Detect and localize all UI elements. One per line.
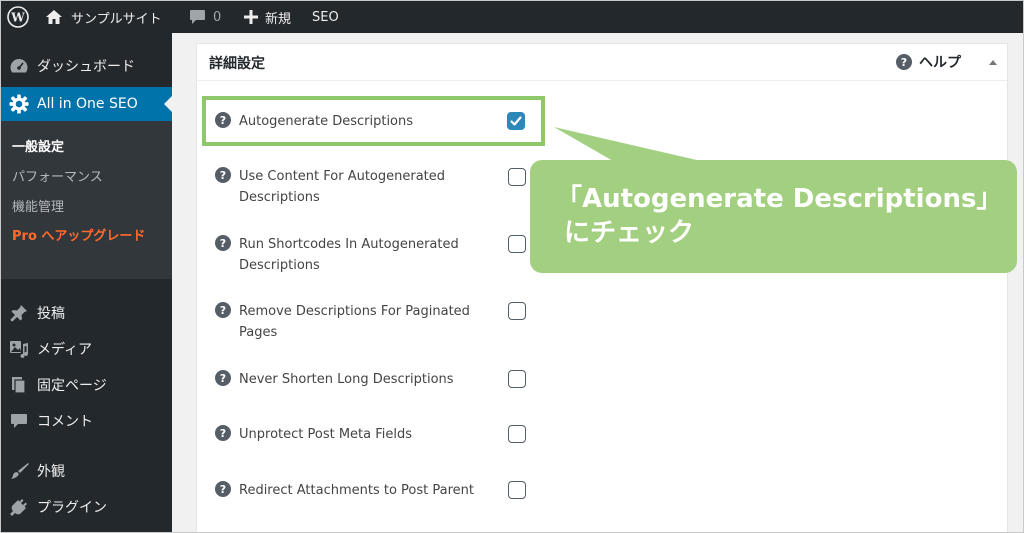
collapse-arrow-icon[interactable] bbox=[989, 60, 997, 65]
option-label: Run Shortcodes In Autogenerated Descript… bbox=[239, 237, 459, 273]
sidebar-item-appearance[interactable]: 外観 bbox=[1, 457, 172, 485]
wordpress-icon[interactable]: W bbox=[7, 1, 29, 33]
media-icon bbox=[9, 339, 29, 359]
aioseo-submenu: 一般設定 パフォーマンス 機能管理 Pro へアップグレード bbox=[1, 121, 172, 279]
callout-text: 「Autogenerate Descriptions」 にチェック bbox=[556, 182, 1002, 250]
pro-upgrade-label: へアップグレード bbox=[41, 229, 146, 244]
sidebar-item-label: プラグイン bbox=[37, 500, 107, 516]
gear-icon bbox=[9, 94, 29, 114]
panel-header: 詳細設定 ? ヘルプ bbox=[197, 44, 1007, 81]
submenu-item-pro-upgrade[interactable]: Pro へアップグレード bbox=[12, 227, 162, 247]
submenu-item-features[interactable]: 機能管理 bbox=[12, 196, 64, 215]
admin-sidebar: ダッシュボード All in One SEO 一般設定 パフォーマンス 機能管理… bbox=[1, 33, 172, 532]
comment-count[interactable]: 0 bbox=[213, 1, 221, 33]
question-icon[interactable]: ? bbox=[215, 370, 231, 386]
sidebar-item-label: 投稿 bbox=[37, 306, 65, 322]
option-label: Unprotect Post Meta Fields bbox=[239, 427, 413, 442]
pin-icon bbox=[9, 303, 29, 323]
callout-line-1: 「Autogenerate Descriptions」 bbox=[556, 184, 1003, 214]
sidebar-item-pages[interactable]: 固定ページ bbox=[1, 371, 172, 399]
sidebar-item-label: 外観 bbox=[37, 464, 65, 480]
home-icon[interactable] bbox=[45, 1, 63, 33]
help-label: ヘルプ bbox=[919, 55, 961, 71]
sidebar-item-label: ダッシュボード bbox=[37, 59, 135, 75]
submenu-item-general[interactable]: 一般設定 bbox=[12, 136, 64, 155]
question-icon[interactable]: ? bbox=[215, 425, 231, 441]
submenu-item-performance[interactable]: パフォーマンス bbox=[12, 166, 103, 185]
sidebar-item-posts[interactable]: 投稿 bbox=[1, 299, 172, 327]
question-icon[interactable]: ? bbox=[215, 235, 231, 251]
callout-bubble: 「Autogenerate Descriptions」 にチェック bbox=[530, 160, 1017, 273]
new-content-link[interactable]: 新規 bbox=[265, 1, 291, 33]
unprotect-meta-checkbox[interactable] bbox=[508, 425, 526, 443]
sidebar-item-comments[interactable]: コメント bbox=[1, 407, 172, 435]
screenshot-frame: W サンプルサイト 0 新規 SEO ダッシュボード All in One SE… bbox=[0, 0, 1024, 533]
sidebar-item-label: メディア bbox=[37, 342, 93, 358]
admin-bar: W サンプルサイト 0 新規 SEO bbox=[1, 1, 1023, 33]
sidebar-item-dashboard[interactable]: ダッシュボード bbox=[1, 51, 172, 81]
option-label: Use Content For Autogenerated Descriptio… bbox=[239, 169, 446, 205]
option-label: Remove Descriptions For Paginated Pages bbox=[239, 304, 470, 340]
option-label: Redirect Attachments to Post Parent bbox=[239, 483, 474, 498]
question-icon[interactable]: ? bbox=[215, 481, 231, 497]
dashboard-icon bbox=[9, 56, 29, 76]
use-content-checkbox[interactable] bbox=[508, 168, 526, 186]
comments-icon bbox=[9, 411, 29, 431]
pages-icon bbox=[9, 375, 29, 395]
active-menu-arrow bbox=[164, 96, 172, 112]
sidebar-item-media[interactable]: メディア bbox=[1, 335, 172, 363]
question-icon[interactable]: ? bbox=[215, 302, 231, 318]
redirect-attachments-checkbox[interactable] bbox=[508, 481, 526, 499]
seo-menu-link[interactable]: SEO bbox=[312, 1, 339, 33]
option-label: Never Shorten Long Descriptions bbox=[239, 372, 454, 387]
site-name-link[interactable]: サンプルサイト bbox=[71, 1, 162, 33]
question-icon: ? bbox=[896, 54, 912, 70]
brush-icon bbox=[9, 461, 29, 481]
panel-title: 詳細設定 bbox=[209, 56, 265, 72]
plus-icon[interactable] bbox=[244, 1, 258, 33]
callout-line-2: にチェック bbox=[564, 218, 695, 248]
run-shortcodes-checkbox[interactable] bbox=[508, 235, 526, 253]
never-shorten-checkbox[interactable] bbox=[508, 370, 526, 388]
svg-text:W: W bbox=[10, 11, 25, 25]
highlight-box bbox=[202, 96, 545, 146]
sidebar-item-label: All in One SEO bbox=[37, 96, 138, 112]
sidebar-item-label: コメント bbox=[37, 414, 93, 430]
sidebar-item-plugins[interactable]: プラグイン bbox=[1, 493, 172, 521]
pro-prefix: Pro bbox=[12, 229, 37, 244]
sidebar-item-aioseo[interactable]: All in One SEO bbox=[1, 87, 172, 121]
sidebar-item-label: 固定ページ bbox=[37, 378, 107, 394]
question-icon[interactable]: ? bbox=[215, 167, 231, 183]
help-toggle[interactable]: ? ヘルプ bbox=[896, 52, 961, 72]
plugin-icon bbox=[9, 497, 29, 517]
comment-icon[interactable] bbox=[189, 1, 206, 33]
remove-descriptions-paginated-checkbox[interactable] bbox=[508, 302, 526, 320]
